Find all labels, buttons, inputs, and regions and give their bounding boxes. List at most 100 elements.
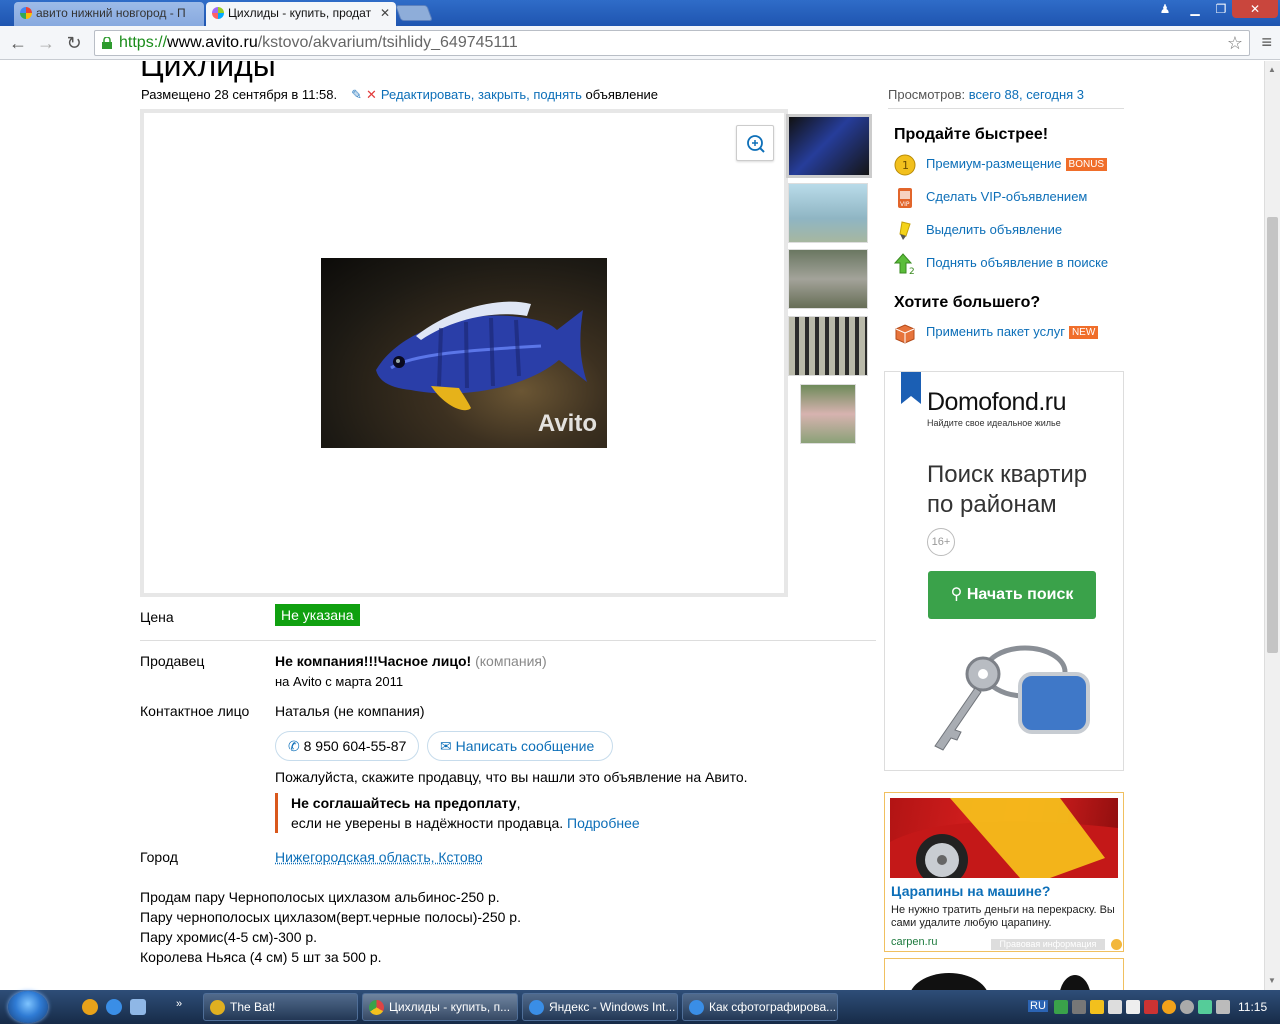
warning-bold: Не соглашайтесь на предоплату: [291, 795, 517, 811]
divider: [140, 640, 876, 641]
delete-x-icon[interactable]: ✕: [366, 87, 377, 102]
taskbar-item-label: Цихлиды - купить, п...: [389, 1000, 511, 1014]
contact-value: Наталья (не компания): [275, 703, 425, 719]
photo-gallery: Avito: [140, 109, 788, 597]
language-indicator[interactable]: RU: [1028, 1000, 1048, 1012]
reload-icon[interactable]: ↻: [62, 31, 86, 55]
legal-info-link[interactable]: Правовая информация: [991, 939, 1105, 950]
tray-network-icon[interactable]: [1198, 1000, 1212, 1014]
tab-avito[interactable]: Цихлиды - купить, продат ✕: [206, 2, 396, 26]
tab-title: авито нижний новгород - П: [36, 6, 186, 20]
tray-icon-2[interactable]: [1072, 1000, 1086, 1014]
seller-since: на Avito с марта 2011: [275, 674, 404, 689]
back-arrow-icon[interactable]: ←: [6, 31, 30, 55]
thumbnail-3[interactable]: [788, 249, 868, 309]
tray-icon-6[interactable]: [1144, 1000, 1158, 1014]
tray-icon-7[interactable]: [1162, 1000, 1176, 1014]
tray-icon-8[interactable]: [1180, 1000, 1194, 1014]
taskbar-item-thebat[interactable]: The Bat!: [203, 993, 358, 1021]
carpen-title[interactable]: Царапины на машине?: [891, 883, 1050, 899]
forward-arrow-icon[interactable]: →: [34, 31, 58, 55]
highlighter-icon: [899, 221, 911, 240]
clock[interactable]: 11:15: [1238, 1000, 1267, 1014]
highlight-item[interactable]: Выделить объявление: [894, 219, 1062, 241]
tray-icon-1[interactable]: [1054, 1000, 1068, 1014]
tray-icon-4[interactable]: [1108, 1000, 1122, 1014]
domofond-ad[interactable]: Domofond.ru Найдите свое идеальное жилье…: [884, 371, 1124, 771]
want-more-heading: Хотите большего?: [894, 294, 1041, 311]
url-host: www.avito.ru: [167, 34, 258, 51]
next-ad-partial[interactable]: [884, 958, 1124, 990]
window-close-button[interactable]: ✕: [1232, 0, 1278, 18]
thumbnail-2[interactable]: [788, 183, 868, 243]
location-pin-icon: ⚲: [950, 586, 963, 603]
tab-title: Цихлиды - купить, продат: [228, 6, 372, 20]
address-bar[interactable]: https://www.avito.ru/kstovo/akvarium/tsi…: [94, 30, 1250, 56]
page-viewport: Цихлиды Размещено 28 сентября в 11:58. ✎ ✕…: [0, 61, 1264, 990]
edit-ad-link[interactable]: Редактировать, закрыть, поднять: [381, 87, 582, 102]
thumbnail-1[interactable]: [786, 114, 872, 178]
highlight-link[interactable]: Выделить объявление: [926, 222, 1062, 237]
start-button[interactable]: [8, 991, 48, 1023]
pencil-icon[interactable]: ✎: [351, 87, 362, 102]
thumbnail-5[interactable]: [800, 384, 856, 444]
start-search-label: Начать поиск: [966, 586, 1074, 603]
raise-link[interactable]: Поднять объявление в поиске: [926, 255, 1108, 270]
taskbar-item-ie-photo[interactable]: Как сфотографирова...: [682, 993, 838, 1021]
main-photo[interactable]: Avito: [321, 258, 607, 448]
minimize-button[interactable]: ▁: [1182, 0, 1208, 18]
bookmark-star-icon[interactable]: ☆: [1227, 31, 1243, 55]
raise-item[interactable]: 2 Поднять объявление в поиске: [894, 252, 1108, 275]
taskbar-item-chrome[interactable]: Цихлиды - купить, п...: [362, 993, 518, 1021]
write-message-button[interactable]: ✉ Написать сообщение: [427, 731, 613, 761]
scroll-down-icon[interactable]: ▼: [1268, 976, 1276, 985]
scroll-up-icon[interactable]: ▲: [1268, 65, 1276, 74]
ie-icon[interactable]: [106, 999, 122, 1015]
zoom-button[interactable]: [736, 125, 774, 161]
tray-volume-icon[interactable]: [1216, 1000, 1230, 1014]
package-link[interactable]: Применить пакет услуг: [926, 324, 1065, 339]
vip-item[interactable]: VIP Сделать VIP-объявлением: [894, 186, 1087, 208]
more-info-link[interactable]: Подробнее: [567, 815, 640, 831]
ad-info-icon[interactable]: [1111, 939, 1122, 950]
city-link[interactable]: Нижегородская область, Кстово: [275, 849, 483, 865]
description-line-4: Королева Ньяса (4 см) 5 шт за 500 р.: [140, 949, 382, 965]
views-counter: Просмотров: всего 88, сегодня 3: [888, 87, 1124, 109]
phone-button[interactable]: ✆ 8 950 604-55-87: [275, 731, 419, 761]
scroll-thumb[interactable]: [1267, 217, 1278, 653]
quicklaunch-app-icon[interactable]: [82, 999, 98, 1015]
city-label: Город: [140, 849, 178, 865]
description-line-3: Пару хромис(4-5 см)-300 р.: [140, 929, 318, 945]
lock-icon: [102, 37, 112, 49]
url-path: /kstovo/akvarium/tsihlidy_649745111: [257, 34, 518, 51]
tray-icon-5[interactable]: [1126, 1000, 1140, 1014]
page-scrollbar[interactable]: ▲ ▼: [1264, 61, 1280, 990]
tray-shield-icon[interactable]: [1090, 1000, 1104, 1014]
views-link[interactable]: всего 88, сегодня 3: [969, 87, 1084, 102]
tab-google-search[interactable]: авито нижний новгород - П: [14, 2, 204, 26]
warning-text: если не уверены в надёжности продавца.: [291, 815, 564, 831]
posted-line: Размещено 28 сентября в 11:58. ✎ ✕ Редактир…: [141, 87, 658, 103]
chrome-icon: [369, 1000, 384, 1015]
taskbar-item-ie-yandex[interactable]: Яндекс - Windows Int...: [522, 993, 678, 1021]
carpen-domain[interactable]: carpen.ru: [891, 936, 937, 948]
thumbnail-4[interactable]: [788, 316, 868, 376]
carpen-ad[interactable]: Царапины на машине? Не нужно тратить ден…: [884, 792, 1124, 952]
prepayment-warning: Не соглашайтесь на предоплату, если не у…: [275, 793, 640, 833]
seller-name: Не компания!!!Часное лицо!: [275, 653, 472, 669]
price-label: Цена: [140, 609, 174, 625]
vip-link[interactable]: Сделать VIP-объявлением: [926, 189, 1087, 204]
user-icon[interactable]: ♟: [1152, 0, 1178, 18]
premium-placement-link[interactable]: Премиум-размещение: [926, 156, 1062, 171]
tab-close-icon[interactable]: ✕: [380, 2, 390, 24]
raise-icon: 2: [894, 253, 915, 275]
quicklaunch-expand-icon[interactable]: »: [176, 998, 182, 1010]
new-tab-button[interactable]: [395, 5, 433, 21]
package-item[interactable]: Применить пакет услуг NEW: [894, 321, 1099, 344]
restore-button[interactable]: ❐: [1208, 0, 1234, 18]
premium-placement-item[interactable]: 1 Премиум-размещение BONUS: [894, 153, 1108, 176]
start-search-button[interactable]: ⚲ Начать поиск: [928, 571, 1096, 619]
svg-text:1: 1: [902, 159, 909, 172]
browser-menu-icon[interactable]: ≡: [1261, 32, 1272, 53]
quicklaunch-icon[interactable]: [130, 999, 146, 1015]
